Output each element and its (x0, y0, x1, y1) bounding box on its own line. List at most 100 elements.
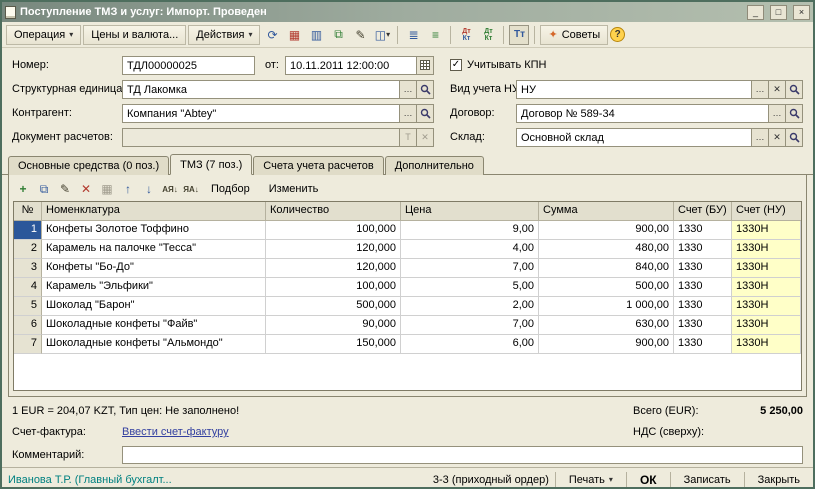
open-button[interactable] (785, 105, 802, 122)
subordination-structure-icon[interactable]: ≣ (403, 25, 423, 45)
row-number-cell[interactable]: 5 (14, 297, 42, 316)
copy-row-icon[interactable]: ⧉ (34, 179, 54, 199)
edit-row-icon[interactable]: ✎ (55, 179, 75, 199)
row-number-cell[interactable]: 4 (14, 278, 42, 297)
table-row[interactable]: 2 Карамель на палочке "Тесса" 120,000 4,… (14, 240, 801, 259)
open-button[interactable] (785, 81, 802, 98)
operation-menu-button[interactable]: Операция ▾ (6, 25, 81, 45)
contract-field[interactable]: Договор № 589-34 … (516, 104, 803, 123)
prices-currency-button[interactable]: Цены и валюта... (83, 25, 186, 45)
row-number-cell[interactable]: 7 (14, 335, 42, 354)
table-row[interactable]: 7 Шоколадные конфеты "Альмондо" 150,000 … (14, 335, 801, 354)
tips-button[interactable]: ✦ Советы (540, 25, 608, 45)
reread-icon[interactable]: ⟳ (262, 25, 282, 45)
nomenclature-cell[interactable]: Карамель на палочке "Тесса" (42, 240, 266, 259)
related-documents-icon[interactable]: ≡ (425, 25, 445, 45)
copy-document-icon[interactable]: ⧉ (328, 25, 348, 45)
edit-document-icon[interactable]: ✎ (350, 25, 370, 45)
choose-button[interactable]: … (751, 129, 768, 146)
sum-cell[interactable]: 480,00 (539, 240, 674, 259)
save-document-icon[interactable]: ▥ (306, 25, 326, 45)
nomenclature-cell[interactable]: Конфеты "Бо-До" (42, 259, 266, 278)
dt-kt-bu-icon[interactable]: Дт Кт (456, 25, 476, 45)
calendar-button[interactable] (416, 57, 433, 74)
contract-value[interactable]: Договор № 589-34 (517, 105, 768, 122)
structural-unit-field[interactable]: ТД Лакомка … (122, 80, 434, 99)
account-nu-cell[interactable]: 1330Н (732, 221, 801, 240)
kpn-checkbox-label[interactable]: Учитывать КПН (467, 59, 547, 71)
quantity-cell[interactable]: 150,000 (266, 335, 401, 354)
maximize-button[interactable]: □ (770, 5, 787, 20)
comment-value[interactable] (123, 447, 802, 463)
close-form-button[interactable]: Закрыть (751, 471, 807, 489)
account-bu-cell[interactable]: 1330 (674, 335, 732, 354)
nomenclature-cell[interactable]: Конфеты Золотое Тоффино (42, 221, 266, 240)
minimize-button[interactable]: _ (747, 5, 764, 20)
quantity-cell[interactable]: 120,000 (266, 240, 401, 259)
add-row-icon[interactable]: + (13, 179, 33, 199)
choose-button[interactable]: … (399, 81, 416, 98)
nu-kind-value[interactable]: НУ (517, 81, 751, 98)
sort-ascending-icon[interactable]: АЯ↓ (160, 179, 180, 199)
account-bu-cell[interactable]: 1330 (674, 297, 732, 316)
nomenclature-cell[interactable]: Карамель "Эльфики" (42, 278, 266, 297)
move-up-icon[interactable]: ↑ (118, 179, 138, 199)
table-row[interactable]: 6 Шоколадные конфеты "Файв" 90,000 7,00 … (14, 316, 801, 335)
quantity-cell[interactable]: 100,000 (266, 221, 401, 240)
nomenclature-cell[interactable]: Шоколадные конфеты "Альмондо" (42, 335, 266, 354)
sum-cell[interactable]: 900,00 (539, 335, 674, 354)
choose-button[interactable]: … (399, 105, 416, 122)
account-nu-cell[interactable]: 1330Н (732, 259, 801, 278)
print-button[interactable]: Печать ▾ (562, 471, 620, 489)
open-button[interactable] (785, 129, 802, 146)
row-number-cell[interactable]: 2 (14, 240, 42, 259)
number-field[interactable]: ТДЛ00000025 (122, 56, 255, 75)
nu-kind-field[interactable]: НУ … ✕ (516, 80, 803, 99)
counterparty-field[interactable]: Компания "Abtey" … (122, 104, 434, 123)
change-button[interactable]: Изменить (260, 180, 328, 198)
row-number-cell[interactable]: 6 (14, 316, 42, 335)
sum-cell[interactable]: 1 000,00 (539, 297, 674, 316)
nomenclature-cell[interactable]: Шоколад "Барон" (42, 297, 266, 316)
open-list-icon[interactable]: ◫ ▾ (372, 25, 392, 45)
price-cell[interactable]: 6,00 (401, 335, 539, 354)
open-button[interactable] (416, 81, 433, 98)
price-cell[interactable]: 7,00 (401, 316, 539, 335)
structural-unit-value[interactable]: ТД Лакомка (123, 81, 399, 98)
account-bu-cell[interactable]: 1330 (674, 240, 732, 259)
accounts-toggle-icon[interactable]: Тт (509, 25, 529, 45)
row-number-cell[interactable]: 3 (14, 259, 42, 278)
clear-button[interactable]: ✕ (768, 129, 785, 146)
price-cell[interactable]: 5,00 (401, 278, 539, 297)
enter-invoice-link[interactable]: Ввести счет-фактуру (122, 426, 229, 438)
tab-fixed-assets[interactable]: Основные средства (0 поз.) (8, 156, 169, 175)
table-row[interactable]: 3 Конфеты "Бо-До" 120,000 7,00 840,00 13… (14, 259, 801, 278)
table-row[interactable]: 1 Конфеты Золотое Тоффино 100,000 9,00 9… (14, 221, 801, 240)
sum-cell[interactable]: 630,00 (539, 316, 674, 335)
save-button[interactable]: Записать (677, 471, 738, 489)
account-nu-cell[interactable]: 1330Н (732, 316, 801, 335)
account-bu-cell[interactable]: 1330 (674, 278, 732, 297)
number-value[interactable]: ТДЛ00000025 (123, 57, 254, 74)
account-nu-cell[interactable]: 1330Н (732, 278, 801, 297)
sum-cell[interactable]: 500,00 (539, 278, 674, 297)
choose-button[interactable]: … (751, 81, 768, 98)
account-bu-cell[interactable]: 1330 (674, 221, 732, 240)
comment-field[interactable] (122, 446, 803, 464)
sum-cell[interactable]: 840,00 (539, 259, 674, 278)
date-value[interactable]: 10.11.2011 12:00:00 (286, 57, 416, 74)
account-nu-cell[interactable]: 1330Н (732, 240, 801, 259)
pick-button[interactable]: Подбор (202, 180, 259, 198)
account-bu-cell[interactable]: 1330 (674, 316, 732, 335)
warehouse-value[interactable]: Основной склад (517, 129, 751, 146)
close-button[interactable]: × (793, 5, 810, 20)
sum-cell[interactable]: 900,00 (539, 221, 674, 240)
quantity-cell[interactable]: 120,000 (266, 259, 401, 278)
help-icon[interactable]: ? (610, 27, 625, 42)
date-field[interactable]: 10.11.2011 12:00:00 (285, 56, 434, 75)
row-number-cell[interactable]: 1 (14, 221, 42, 240)
table-row[interactable]: 4 Карамель "Эльфики" 100,000 5,00 500,00… (14, 278, 801, 297)
tab-settlement-accounts[interactable]: Счета учета расчетов (253, 156, 383, 175)
clear-button[interactable]: ✕ (768, 81, 785, 98)
actions-menu-button[interactable]: Действия ▾ (188, 25, 260, 45)
